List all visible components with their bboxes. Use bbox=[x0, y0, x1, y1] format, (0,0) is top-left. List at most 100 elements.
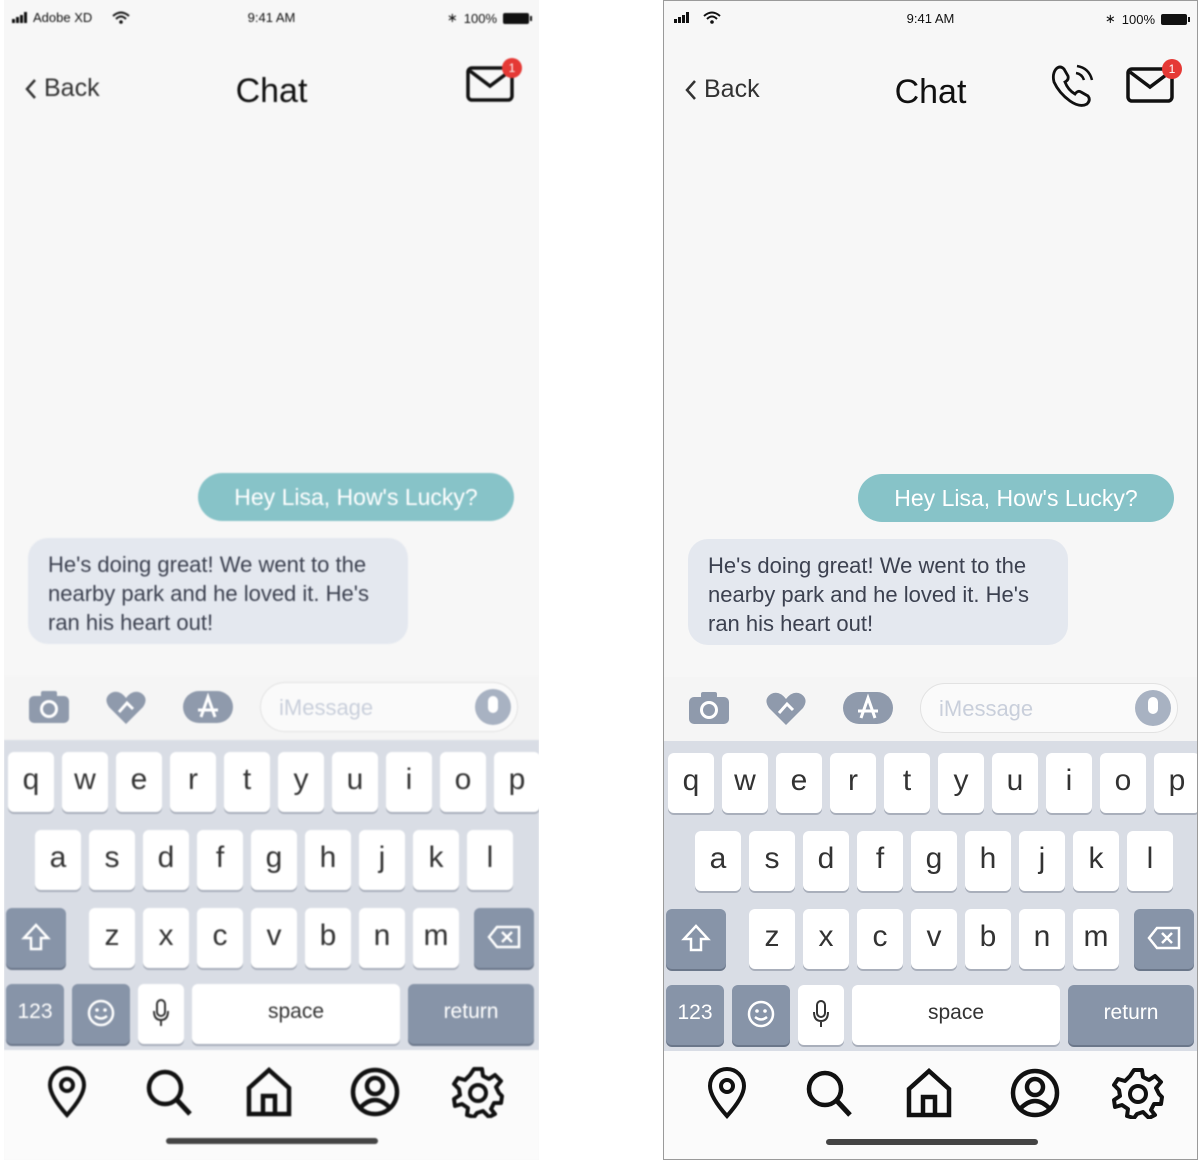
delete-key[interactable] bbox=[1134, 909, 1194, 969]
key-v[interactable]: v bbox=[251, 908, 297, 968]
key-m[interactable]: m bbox=[1073, 909, 1119, 969]
space-key[interactable]: space bbox=[192, 984, 400, 1044]
key-o[interactable]: o bbox=[1100, 753, 1146, 813]
key-q[interactable]: q bbox=[8, 752, 54, 812]
key-a[interactable]: a bbox=[695, 831, 741, 891]
key-l[interactable]: l bbox=[467, 830, 513, 890]
key-c[interactable]: c bbox=[857, 909, 903, 969]
key-d[interactable]: d bbox=[143, 830, 189, 890]
home-icon[interactable] bbox=[904, 1067, 954, 1119]
key-i[interactable]: i bbox=[386, 752, 432, 812]
camera-icon[interactable] bbox=[688, 691, 730, 725]
numbers-key[interactable]: 123 bbox=[6, 984, 64, 1044]
mail-button[interactable]: 1 bbox=[466, 58, 522, 109]
page-title: Chat bbox=[235, 72, 308, 110]
key-h[interactable]: h bbox=[305, 830, 351, 890]
shift-key[interactable] bbox=[6, 908, 66, 968]
key-y[interactable]: y bbox=[278, 752, 324, 812]
key-h[interactable]: h bbox=[965, 831, 1011, 891]
key-x[interactable]: x bbox=[803, 909, 849, 969]
key-z[interactable]: z bbox=[749, 909, 795, 969]
heart-sticker-icon[interactable] bbox=[765, 691, 807, 727]
incoming-message: He's doing great! We went to the nearby … bbox=[688, 539, 1068, 645]
key-t[interactable]: t bbox=[224, 752, 270, 812]
microphone-icon[interactable] bbox=[1135, 690, 1171, 726]
app-store-icon[interactable] bbox=[182, 690, 234, 724]
key-y[interactable]: y bbox=[938, 753, 984, 813]
key-g[interactable]: g bbox=[251, 830, 297, 890]
key-k[interactable]: k bbox=[413, 830, 459, 890]
key-z[interactable]: z bbox=[89, 908, 135, 968]
key-m[interactable]: m bbox=[413, 908, 459, 968]
numbers-key[interactable]: 123 bbox=[666, 985, 724, 1045]
message-input[interactable]: iMessage bbox=[920, 683, 1178, 733]
key-b[interactable]: b bbox=[305, 908, 351, 968]
key-n[interactable]: n bbox=[359, 908, 405, 968]
key-i[interactable]: i bbox=[1046, 753, 1092, 813]
emoji-key[interactable] bbox=[732, 985, 790, 1045]
key-o[interactable]: o bbox=[440, 752, 486, 812]
key-x[interactable]: x bbox=[143, 908, 189, 968]
app-store-icon[interactable] bbox=[842, 691, 894, 725]
outgoing-message: Hey Lisa, How's Lucky? bbox=[858, 474, 1174, 522]
return-key[interactable]: return bbox=[1068, 985, 1194, 1045]
key-r[interactable]: r bbox=[170, 752, 216, 812]
search-icon[interactable] bbox=[144, 1066, 194, 1118]
key-s[interactable]: s bbox=[89, 830, 135, 890]
mail-button[interactable]: 1 bbox=[1126, 59, 1182, 110]
page-title: Chat bbox=[894, 73, 967, 111]
emoji-key[interactable] bbox=[72, 984, 130, 1044]
home-indicator[interactable] bbox=[826, 1139, 1038, 1145]
key-l[interactable]: l bbox=[1127, 831, 1173, 891]
key-q[interactable]: q bbox=[668, 753, 714, 813]
location-pin-icon[interactable] bbox=[44, 1066, 90, 1118]
phone-screen-left: Adobe XD 9:41 AM ∗ 100% Back Chat 1 Hey … bbox=[4, 0, 539, 1160]
battery-percent: 100% bbox=[463, 10, 497, 26]
backspace-icon bbox=[487, 925, 521, 949]
profile-icon[interactable] bbox=[1009, 1067, 1061, 1119]
key-d[interactable]: d bbox=[803, 831, 849, 891]
return-key[interactable]: return bbox=[408, 984, 534, 1044]
key-k[interactable]: k bbox=[1073, 831, 1119, 891]
key-w[interactable]: w bbox=[722, 753, 768, 813]
key-j[interactable]: j bbox=[1019, 831, 1065, 891]
key-b[interactable]: b bbox=[965, 909, 1011, 969]
delete-key[interactable] bbox=[474, 908, 534, 968]
shift-key[interactable] bbox=[666, 909, 726, 969]
dictation-key[interactable] bbox=[138, 984, 184, 1044]
emoji-icon bbox=[87, 999, 115, 1027]
dictation-key[interactable] bbox=[798, 985, 844, 1045]
microphone-icon[interactable] bbox=[475, 689, 511, 725]
key-f[interactable]: f bbox=[857, 831, 903, 891]
message-input[interactable]: iMessage bbox=[260, 682, 518, 732]
search-icon[interactable] bbox=[804, 1067, 854, 1119]
key-w[interactable]: w bbox=[62, 752, 108, 812]
key-g[interactable]: g bbox=[911, 831, 957, 891]
key-u[interactable]: u bbox=[332, 752, 378, 812]
message-input-placeholder: iMessage bbox=[939, 696, 1034, 721]
key-e[interactable]: e bbox=[776, 753, 822, 813]
key-c[interactable]: c bbox=[197, 908, 243, 968]
settings-gear-icon[interactable] bbox=[1112, 1067, 1164, 1119]
key-f[interactable]: f bbox=[197, 830, 243, 890]
key-p[interactable]: p bbox=[494, 752, 539, 812]
key-e[interactable]: e bbox=[116, 752, 162, 812]
settings-gear-icon[interactable] bbox=[452, 1066, 504, 1118]
heart-sticker-icon[interactable] bbox=[105, 690, 147, 726]
key-a[interactable]: a bbox=[35, 830, 81, 890]
key-t[interactable]: t bbox=[884, 753, 930, 813]
profile-icon[interactable] bbox=[349, 1066, 401, 1118]
key-r[interactable]: r bbox=[830, 753, 876, 813]
key-j[interactable]: j bbox=[359, 830, 405, 890]
key-p[interactable]: p bbox=[1154, 753, 1197, 813]
key-s[interactable]: s bbox=[749, 831, 795, 891]
home-indicator[interactable] bbox=[166, 1138, 378, 1144]
key-n[interactable]: n bbox=[1019, 909, 1065, 969]
home-icon[interactable] bbox=[244, 1066, 294, 1118]
camera-icon[interactable] bbox=[28, 690, 70, 724]
key-u[interactable]: u bbox=[992, 753, 1038, 813]
location-pin-icon[interactable] bbox=[704, 1067, 750, 1119]
space-key[interactable]: space bbox=[852, 985, 1060, 1045]
key-v[interactable]: v bbox=[911, 909, 957, 969]
phone-call-icon[interactable] bbox=[1050, 63, 1096, 107]
